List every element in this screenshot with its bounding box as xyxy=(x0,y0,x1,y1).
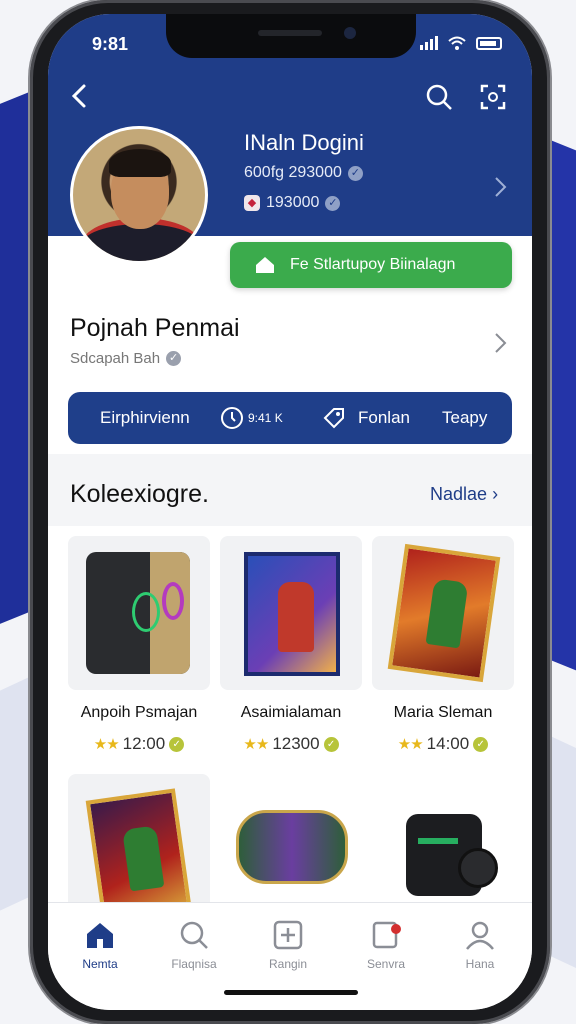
profile-stat-1: 600fg 293000 ✓ xyxy=(244,164,363,182)
battery-icon xyxy=(476,36,502,50)
product-card[interactable]: Asaimialaman ★★ 12300 ✓ xyxy=(220,536,362,754)
tab-profile[interactable]: Hana xyxy=(444,919,516,971)
speaker-icon xyxy=(86,552,190,674)
profile-stat-1-value: 600fg 293000 xyxy=(244,164,342,181)
collection-see-all-link[interactable]: Nadlae › xyxy=(430,484,498,505)
verified-icon: ✓ xyxy=(166,351,182,366)
tab-search[interactable]: Flaqnisa xyxy=(158,919,230,971)
product-image xyxy=(68,774,210,914)
product-card[interactable]: Anpoih Psmajan ★★ 12:00 ✓ xyxy=(68,536,210,754)
game-box-icon xyxy=(244,552,340,676)
info-bar[interactable]: Eirphirvienn 9:41 K Fonlan Teapy xyxy=(68,392,512,444)
product-image xyxy=(220,774,362,914)
add-icon xyxy=(273,920,303,950)
product-price-value: 12300 xyxy=(272,734,320,753)
trading-card-icon xyxy=(85,788,193,914)
product-card[interactable]: Maria Sleman ★★ 14:00 ✓ xyxy=(372,536,514,754)
status-icons xyxy=(420,36,502,50)
green-action-button-label: Fe Stlartupoy Biinalagn xyxy=(290,256,456,273)
collection-title: Koleexiogre. xyxy=(70,480,209,508)
product-name: Asaimialaman xyxy=(240,704,342,721)
info-bar-label-3: Fonlan xyxy=(358,408,410,427)
status-time: 9:81 xyxy=(92,34,129,54)
product-image xyxy=(220,536,362,690)
notch xyxy=(166,14,416,58)
info-bar-label-1: Eirphirvienn xyxy=(100,408,190,427)
profile-name: INaln Dogini xyxy=(244,130,364,155)
notification-icon xyxy=(372,921,401,949)
product-price: ★★ 12300 ✓ xyxy=(220,734,362,754)
user-icon xyxy=(466,921,494,950)
star-icon: ★★ xyxy=(397,736,424,753)
collection-link-label: Nadlae xyxy=(430,484,488,504)
green-action-button[interactable]: Fe Stlartupoy Biinalagn xyxy=(230,242,512,288)
product-card[interactable] xyxy=(372,774,514,914)
search-icon xyxy=(180,921,208,949)
product-name: Anpoih Psmajan xyxy=(80,704,198,721)
tab-label: Flaqnisa xyxy=(171,957,217,971)
product-card[interactable] xyxy=(68,774,210,914)
coin-icon: ✓ xyxy=(169,736,185,752)
product-name: Maria Sleman xyxy=(393,704,493,721)
player-subtitle: Sdcapah Bah ✓ xyxy=(70,350,182,367)
tab-home[interactable]: Nemta xyxy=(64,919,136,971)
chevron-right-icon: › xyxy=(492,484,499,504)
trading-card-icon xyxy=(387,543,501,683)
player-subtitle-text: Sdcapah Bah xyxy=(70,350,161,367)
profile-stat-2: ◆ 193000 ✓ xyxy=(244,194,341,212)
verified-icon: ✓ xyxy=(325,195,341,211)
house-icon xyxy=(256,257,274,273)
tab-label: Hana xyxy=(465,957,495,971)
info-bar-label-2: 9:41 K xyxy=(248,411,283,425)
avatar[interactable] xyxy=(70,126,208,264)
product-price-value: 14:00 xyxy=(426,734,470,753)
product-image xyxy=(372,774,514,914)
product-price: ★★ 14:00 ✓ xyxy=(372,734,514,754)
star-icon: ★★ xyxy=(243,736,269,753)
back-icon[interactable] xyxy=(66,82,94,110)
product-image xyxy=(68,536,210,690)
info-bar-label-4: Teapy xyxy=(442,408,488,427)
tab-label: Rangin xyxy=(268,957,308,971)
badge-icon: ◆ xyxy=(244,195,260,211)
product-price-value: 12:00 xyxy=(122,734,166,753)
signal-icon xyxy=(420,36,438,50)
tab-add[interactable]: Rangin xyxy=(252,919,324,971)
home-indicator[interactable] xyxy=(224,990,358,995)
verified-icon: ✓ xyxy=(347,165,363,181)
tab-label: Senvra xyxy=(366,957,406,971)
coin-icon: ✓ xyxy=(473,736,489,752)
product-image xyxy=(372,536,514,690)
player-title: Pojnah Penmai xyxy=(70,314,240,342)
search-icon[interactable] xyxy=(424,82,454,112)
star-icon: ★★ xyxy=(93,736,120,753)
product-price: ★★ 12:00 ✓ xyxy=(68,734,210,754)
home-icon xyxy=(87,923,113,948)
phone-frame: 9:81 INaln Dogini 600fg 293000 ✓ ◆ 19300… xyxy=(30,0,550,1024)
speaker-grille xyxy=(258,30,322,36)
avatar-hair xyxy=(109,149,171,177)
tab-label: Nemta xyxy=(82,957,118,971)
tag-icon xyxy=(323,408,344,429)
scan-icon[interactable] xyxy=(478,82,508,112)
clock-icon xyxy=(221,407,243,429)
rolled-mat-icon xyxy=(236,810,348,884)
coin-icon: ✓ xyxy=(323,736,339,752)
phone-screen: 9:81 INaln Dogini 600fg 293000 ✓ ◆ 19300… xyxy=(48,14,532,1010)
bag-icon xyxy=(406,814,498,896)
wifi-icon xyxy=(448,36,466,50)
profile-stat-2-value: 193000 xyxy=(266,194,320,211)
product-card[interactable] xyxy=(220,774,362,914)
chevron-right-icon[interactable] xyxy=(490,174,510,200)
camera xyxy=(344,27,356,39)
tab-notifications[interactable]: Senvra xyxy=(350,919,422,971)
chevron-right-icon[interactable] xyxy=(490,330,510,356)
